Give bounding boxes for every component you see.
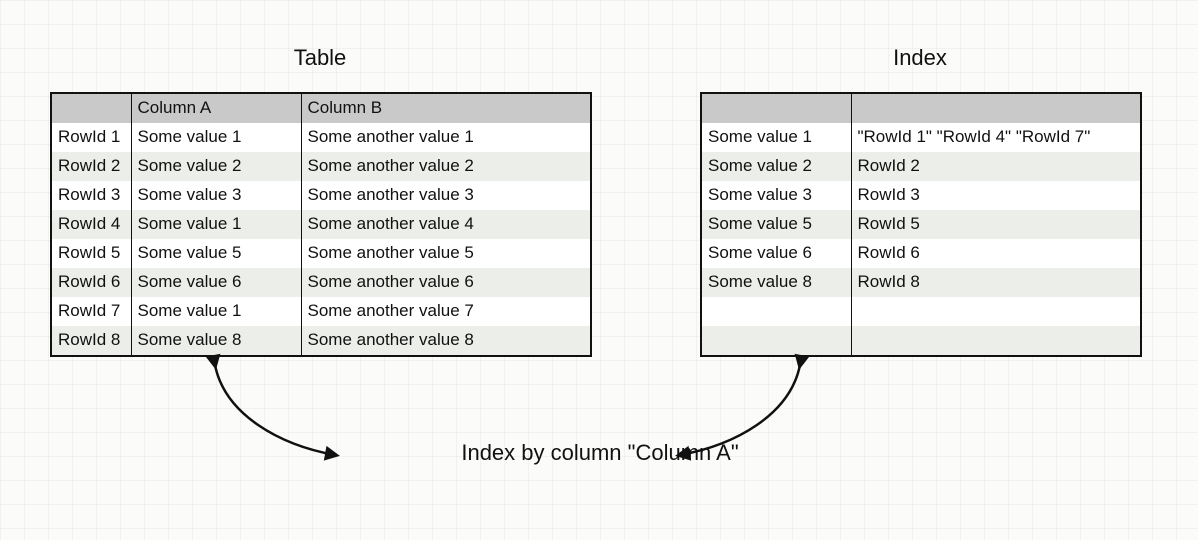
table-row: Some value 8 RowId 8 bbox=[701, 268, 1141, 297]
table-cell: Some value 1 bbox=[131, 123, 301, 152]
table-cell: Some another value 3 bbox=[301, 181, 591, 210]
table-cell: RowId 3 bbox=[851, 181, 1141, 210]
table-cell: Some value 8 bbox=[701, 268, 851, 297]
table-row: Some value 1 "RowId 1" "RowId 4" "RowId … bbox=[701, 123, 1141, 152]
table-row bbox=[701, 326, 1141, 356]
table-cell bbox=[701, 326, 851, 356]
table-cell: Some another value 5 bbox=[301, 239, 591, 268]
table-cell: RowId 3 bbox=[51, 181, 131, 210]
table-cell: Some value 1 bbox=[131, 297, 301, 326]
table-cell: Some value 3 bbox=[131, 181, 301, 210]
table-cell: Some another value 7 bbox=[301, 297, 591, 326]
table-cell: RowId 1 bbox=[51, 123, 131, 152]
table-cell: RowId 2 bbox=[851, 152, 1141, 181]
table-cell: Some value 2 bbox=[131, 152, 301, 181]
table-cell: RowId 6 bbox=[851, 239, 1141, 268]
index-table: Some value 1 "RowId 1" "RowId 4" "RowId … bbox=[700, 92, 1142, 357]
table-cell bbox=[701, 297, 851, 326]
header-cell: Column B bbox=[301, 93, 591, 123]
table-cell: RowId 4 bbox=[51, 210, 131, 239]
table-cell: RowId 5 bbox=[51, 239, 131, 268]
table-cell: RowId 5 bbox=[851, 210, 1141, 239]
table-row: RowId 6 Some value 6 Some another value … bbox=[51, 268, 591, 297]
table-row: RowId 8 Some value 8 Some another value … bbox=[51, 326, 591, 356]
table-cell: Some value 5 bbox=[701, 210, 851, 239]
table-cell: Some another value 1 bbox=[301, 123, 591, 152]
table-row: RowId 2 Some value 2 Some another value … bbox=[51, 152, 591, 181]
table-cell: Some value 2 bbox=[701, 152, 851, 181]
table-cell: Some another value 2 bbox=[301, 152, 591, 181]
header-cell: Column A bbox=[131, 93, 301, 123]
caption: Index by column "Column A" bbox=[340, 440, 860, 466]
table-cell: RowId 2 bbox=[51, 152, 131, 181]
index-title: Index bbox=[700, 45, 1140, 71]
table-cell: Some another value 6 bbox=[301, 268, 591, 297]
table-cell: Some another value 8 bbox=[301, 326, 591, 356]
table-cell: "RowId 1" "RowId 4" "RowId 7" bbox=[851, 123, 1141, 152]
table-row: Some value 6 RowId 6 bbox=[701, 239, 1141, 268]
table-cell bbox=[851, 297, 1141, 326]
table-row: Some value 3 RowId 3 bbox=[701, 181, 1141, 210]
table-title: Table bbox=[50, 45, 590, 71]
table-cell: RowId 6 bbox=[51, 268, 131, 297]
table-row: RowId 4 Some value 1 Some another value … bbox=[51, 210, 591, 239]
table-cell: Some value 6 bbox=[701, 239, 851, 268]
table-row: RowId 1 Some value 1 Some another value … bbox=[51, 123, 591, 152]
table-cell: RowId 8 bbox=[851, 268, 1141, 297]
table-cell: Some value 1 bbox=[131, 210, 301, 239]
table-row: RowId 5 Some value 5 Some another value … bbox=[51, 239, 591, 268]
header-cell bbox=[701, 93, 851, 123]
table-row: Some value 5 RowId 5 bbox=[701, 210, 1141, 239]
table-cell: Some value 8 bbox=[131, 326, 301, 356]
table-cell bbox=[851, 326, 1141, 356]
table-cell: Some another value 4 bbox=[301, 210, 591, 239]
table-cell: Some value 1 bbox=[701, 123, 851, 152]
table-row bbox=[701, 297, 1141, 326]
table-cell: Some value 5 bbox=[131, 239, 301, 268]
table-header-row bbox=[701, 93, 1141, 123]
table-cell: Some value 3 bbox=[701, 181, 851, 210]
header-cell bbox=[851, 93, 1141, 123]
table-row: Some value 2 RowId 2 bbox=[701, 152, 1141, 181]
table-header-row: Column A Column B bbox=[51, 93, 591, 123]
table-cell: RowId 8 bbox=[51, 326, 131, 356]
table-row: RowId 7 Some value 1 Some another value … bbox=[51, 297, 591, 326]
table-cell: RowId 7 bbox=[51, 297, 131, 326]
data-table: Column A Column B RowId 1 Some value 1 S… bbox=[50, 92, 592, 357]
header-cell bbox=[51, 93, 131, 123]
table-row: RowId 3 Some value 3 Some another value … bbox=[51, 181, 591, 210]
table-cell: Some value 6 bbox=[131, 268, 301, 297]
